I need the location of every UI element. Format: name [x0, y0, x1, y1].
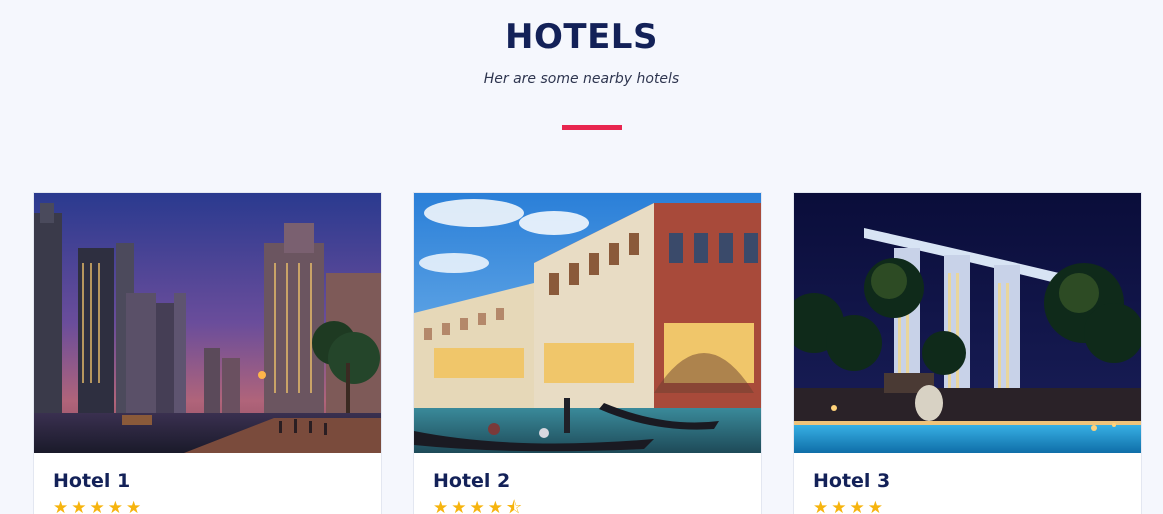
hotel-card[interactable]: Hotel 2 ★ ★ ★ ★ ⯪ — [413, 192, 762, 514]
venetian-canal-photo — [414, 193, 761, 453]
star-icon: ★ — [107, 498, 123, 514]
hotel-image[interactable] — [414, 193, 761, 453]
hotels-section: HOTELS Her are some nearby hotels Hotel … — [0, 0, 1163, 514]
hotel-card[interactable]: Hotel 1 ★ ★ ★ ★ ★ — [33, 192, 382, 514]
hotel-card[interactable]: Hotel 3 ★ ★ ★ ★ — [793, 192, 1142, 514]
star-icon: ★ — [867, 498, 883, 514]
star-icon: ★ — [813, 498, 829, 514]
star-icon: ★ — [71, 498, 87, 514]
star-icon: ★ — [433, 498, 449, 514]
star-half-icon: ⯪ — [506, 498, 523, 514]
dubai-marina-photo — [34, 193, 381, 453]
star-icon: ★ — [487, 498, 503, 514]
hotel-name[interactable]: Hotel 1 — [53, 470, 130, 492]
marina-bay-sands-photo — [794, 193, 1141, 453]
star-icon: ★ — [53, 498, 69, 514]
hotel-name[interactable]: Hotel 2 — [433, 470, 510, 492]
hotel-name[interactable]: Hotel 3 — [813, 470, 890, 492]
star-rating: ★ ★ ★ ★ ⯪ — [433, 500, 522, 514]
star-icon: ★ — [849, 498, 865, 514]
star-icon: ★ — [89, 498, 105, 514]
hotel-image[interactable] — [794, 193, 1141, 453]
section-title: HOTELS — [505, 17, 658, 57]
star-icon: ★ — [126, 498, 142, 514]
star-icon: ★ — [469, 498, 485, 514]
star-icon: ★ — [831, 498, 847, 514]
title-divider — [562, 125, 622, 130]
hotel-image[interactable] — [34, 193, 381, 453]
star-icon: ★ — [451, 498, 467, 514]
section-subtitle: Her are some nearby hotels — [483, 71, 680, 87]
star-rating: ★ ★ ★ ★ — [813, 500, 883, 514]
star-rating: ★ ★ ★ ★ ★ — [53, 500, 141, 514]
